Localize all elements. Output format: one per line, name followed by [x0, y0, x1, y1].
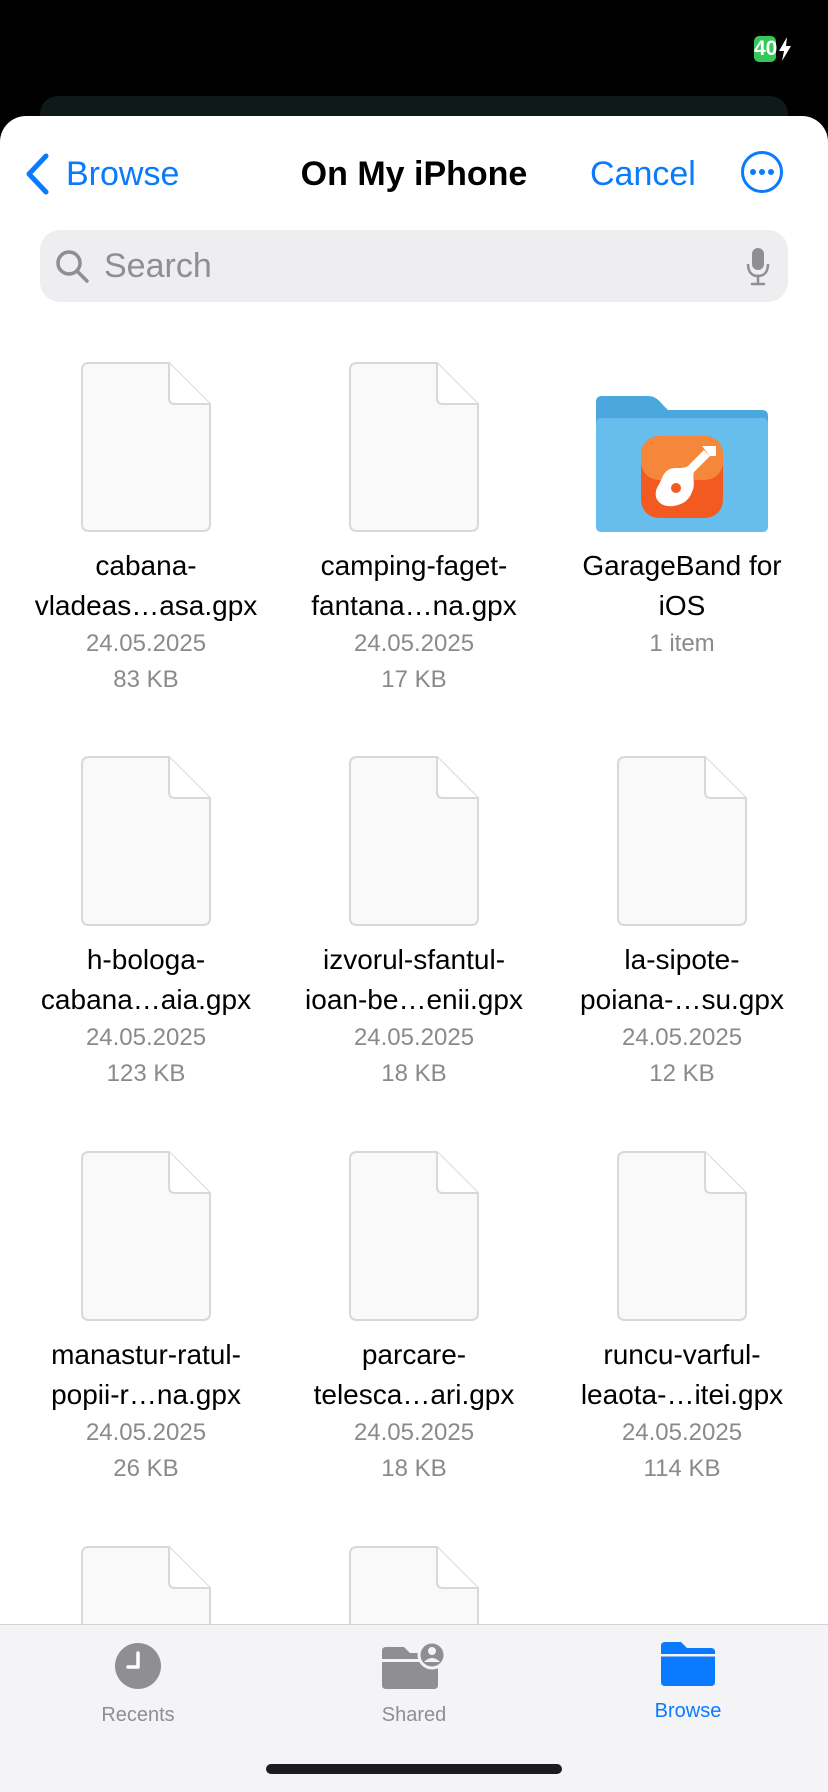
home-indicator[interactable] — [266, 1764, 562, 1774]
tab-recents[interactable]: Recents — [58, 1641, 218, 1727]
file-size: 18 KB — [381, 1455, 447, 1482]
file-name: h-bologa- cabana…aia.gpx — [40, 944, 252, 1015]
document-icon — [349, 1151, 479, 1321]
charging-bolt-icon — [779, 37, 791, 61]
folder-item-count: 1 item — [649, 630, 715, 657]
file-item[interactable]: runcu-varful- leaota-…itei.gpx 24.05.202… — [548, 1149, 816, 1487]
file-name: parcare- telesca…ari.gpx — [313, 1339, 515, 1410]
file-item[interactable]: izvorul-sfantul- ioan-be…enii.gpx 24.05.… — [280, 754, 548, 1092]
file-date: 24.05.2025 — [85, 1024, 207, 1051]
search-input[interactable] — [104, 246, 704, 286]
file-name: izvorul-sfantul- ioan-be…enii.gpx — [305, 944, 523, 1015]
battery-level: 40 — [754, 36, 778, 62]
tab-label: Browse — [654, 1700, 722, 1722]
tab-label: Recents — [101, 1704, 175, 1726]
chevron-left-icon — [26, 153, 49, 195]
file-item[interactable]: h-bologa- cabana…aia.gpx 24.05.2025 123 … — [12, 754, 280, 1092]
search-bar[interactable] — [40, 230, 788, 302]
file-item[interactable]: la-sipote- poiana-…su.gpx 24.05.2025 12 … — [548, 754, 816, 1092]
tab-browse[interactable]: Browse — [608, 1641, 768, 1723]
document-icon — [349, 362, 479, 532]
file-size: 26 KB — [113, 1455, 179, 1482]
document-icon — [81, 1151, 211, 1321]
tab-label: Shared — [381, 1704, 447, 1726]
file-name: runcu-varful- leaota-…itei.gpx — [580, 1339, 784, 1410]
file-date: 24.05.2025 — [353, 1419, 475, 1446]
document-icon — [81, 756, 211, 926]
file-size: 12 KB — [649, 1060, 715, 1087]
file-date: 24.05.2025 — [353, 1024, 475, 1051]
more-options-icon[interactable] — [740, 150, 784, 194]
cancel-button[interactable]: Cancel — [590, 152, 696, 196]
document-icon — [617, 756, 747, 926]
tab-shared[interactable]: Shared — [334, 1641, 494, 1727]
search-icon — [56, 250, 89, 283]
file-date: 24.05.2025 — [85, 630, 207, 657]
file-date: 24.05.2025 — [621, 1024, 743, 1051]
file-item[interactable]: manastur-ratul- popii-r…na.gpx 24.05.202… — [12, 1149, 280, 1487]
file-name: manastur-ratul- popii-r…na.gpx — [51, 1339, 241, 1410]
file-size: 123 KB — [106, 1060, 186, 1087]
folder-name: GarageBand for iOS — [582, 550, 782, 621]
file-size: 83 KB — [113, 666, 179, 693]
navigation-bar: Browse On My iPhone Cancel — [0, 116, 828, 228]
file-date: 24.05.2025 — [621, 1419, 743, 1446]
folder-icon — [661, 1642, 715, 1686]
document-icon — [349, 756, 479, 926]
file-item[interactable]: cabana- vladeas…asa.gpx 24.05.2025 83 KB — [12, 360, 280, 698]
file-item[interactable]: camping-faget- fantana…na.gpx 24.05.2025… — [280, 360, 548, 698]
folder-item[interactable]: GarageBand for iOS 1 item — [548, 360, 816, 662]
back-label: Browse — [66, 155, 180, 193]
file-size: 114 KB — [643, 1455, 721, 1482]
clock-icon — [115, 1643, 161, 1689]
file-name: camping-faget- fantana…na.gpx — [311, 550, 517, 621]
document-icon — [81, 362, 211, 532]
file-date: 24.05.2025 — [353, 630, 475, 657]
document-icon — [617, 1151, 747, 1321]
status-bar: 40 — [0, 0, 828, 136]
garageband-folder-icon — [596, 396, 768, 532]
file-name: la-sipote- poiana-…su.gpx — [580, 944, 784, 1015]
file-item[interactable]: parcare- telesca…ari.gpx 24.05.2025 18 K… — [280, 1149, 548, 1487]
file-browser-sheet: Browse On My iPhone Cancel Search cabana… — [0, 116, 828, 1792]
shared-folder-icon — [382, 1641, 446, 1689]
file-date: 24.05.2025 — [85, 1419, 207, 1446]
file-size: 17 KB — [381, 666, 447, 693]
file-size: 18 KB — [381, 1060, 447, 1087]
battery-indicator: 40 — [754, 36, 792, 62]
microphone-icon[interactable] — [746, 246, 770, 286]
back-button[interactable]: Browse — [24, 152, 179, 196]
file-name: cabana- vladeas…asa.gpx — [34, 550, 258, 621]
